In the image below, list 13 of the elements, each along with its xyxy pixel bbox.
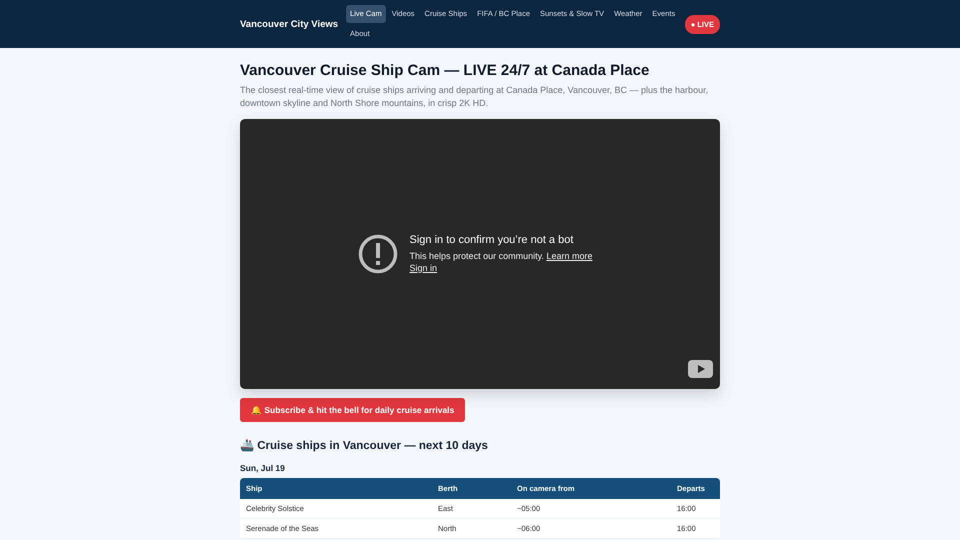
video-error-heading: Sign in to confirm you’re not a bot [410,234,574,246]
warning-icon [358,234,398,274]
learn-more-link[interactable]: Learn more [546,251,592,261]
play-icon[interactable] [688,360,713,378]
date-heading: Sun, Jul 19 [240,463,286,473]
page-title: Vancouver Cruise Ship Cam — LIVE 24/7 at Canada Place [240,62,650,79]
section-heading: 🚢 Cruise ships in Vancouver — next 10 days [240,438,489,452]
subscribe-button[interactable]: 🔔 Subscribe & hit the bell for daily cruise arrivals [240,398,466,422]
intro-text: The closest real-time view of cruise ships arriving and departing at Canada Place, Vancouver, BC — plus the harbour, downtown skyline and North Shore mountains, in crisp 2K HD. [240,84,710,110]
site-title: Vancouver City Views [240,18,338,30]
sign-in-link[interactable]: Sign in [410,263,438,273]
video-player[interactable]: Sign in to confirm you’re not a bot This helps protect our community. Learn more Sign in [240,119,720,389]
video-error-message: This helps protect our community. Learn more [410,250,592,262]
